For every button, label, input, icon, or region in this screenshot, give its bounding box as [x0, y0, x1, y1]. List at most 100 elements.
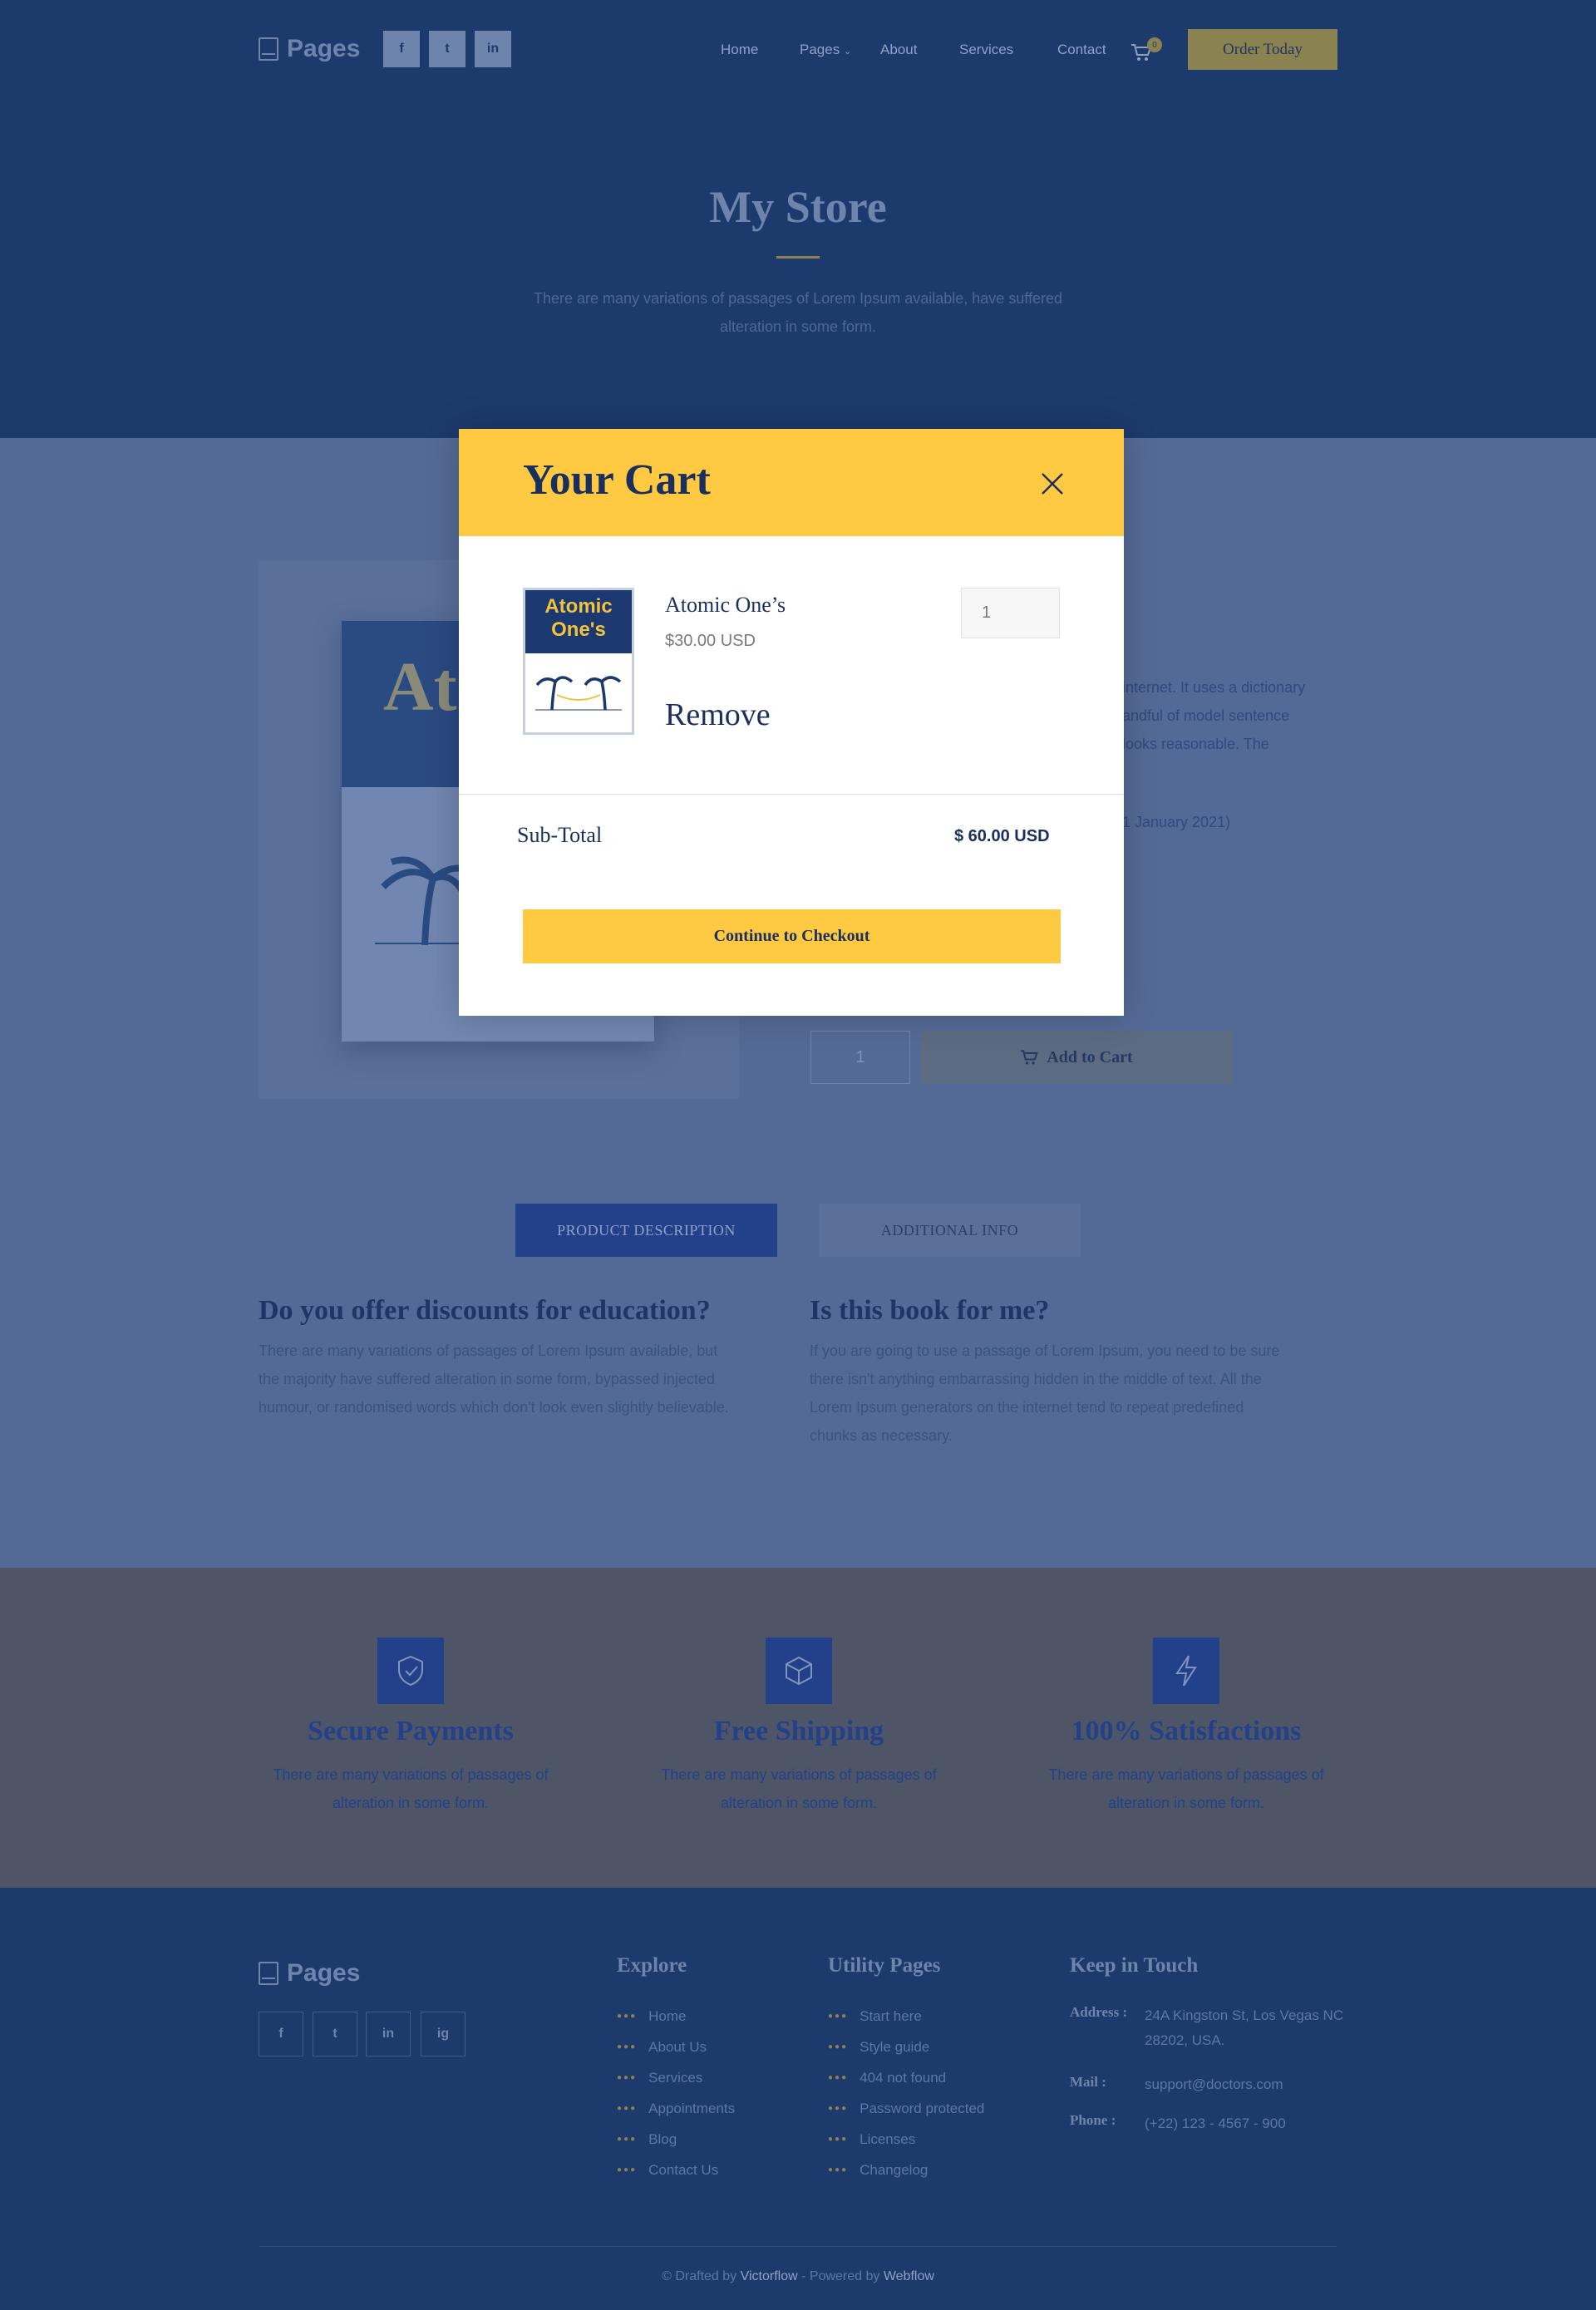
tab-additional-info[interactable]: ADDITIONAL INFO: [819, 1204, 1081, 1257]
nav-about[interactable]: About: [880, 42, 917, 58]
thumb-title-line: One's: [551, 618, 606, 641]
tab-product-description[interactable]: PRODUCT DESCRIPTION: [515, 1204, 777, 1257]
footer-utility-list: ●●● Start here ●●● Style guide ●●● 404 not …: [828, 2001, 984, 2185]
footer-link-services[interactable]: ●●● Services: [617, 2062, 735, 2093]
add-to-cart-button[interactable]: Add to Cart: [920, 1031, 1233, 1084]
bullet-icon: ●●●: [828, 2073, 849, 2082]
footer-link-appointments[interactable]: ●●● Appointments: [617, 2093, 735, 2124]
palm-tree-icon: [535, 676, 622, 711]
bullet-icon: ●●●: [617, 2042, 638, 2051]
nav-pages-label: Pages: [800, 42, 840, 57]
bullet-icon: ●●●: [617, 2104, 638, 2113]
bullet-icon: ●●●: [828, 2165, 849, 2175]
feature-title: 100% Satisfactions: [1071, 1716, 1302, 1746]
bullet-icon: ●●●: [828, 2042, 849, 2051]
footer-link-blog[interactable]: ●●● Blog: [617, 2124, 735, 2155]
cart-item-name: Atomic One’s: [665, 593, 786, 617]
nav-pages[interactable]: Pages ⌄: [800, 42, 851, 58]
footer-link-label: Style guide: [860, 2038, 930, 2055]
credits-platform-link[interactable]: Webflow: [884, 2269, 934, 2283]
product-quantity-input[interactable]: 1: [810, 1031, 910, 1084]
cart-modal: Your Cart Atomic One's Atomic One’s $30.…: [459, 429, 1124, 1016]
facebook-icon[interactable]: f: [383, 31, 420, 67]
footer-link-changelog[interactable]: ●●● Changelog: [828, 2155, 984, 2185]
cart-title: Your Cart: [523, 456, 711, 504]
footer-explore-title: Explore: [617, 1954, 687, 1977]
feature-title: Free Shipping: [713, 1716, 884, 1746]
hero-section: Pages f t in Home Pages ⌄ About Services…: [0, 0, 1596, 438]
phone-label: Phone :: [1070, 2112, 1116, 2128]
footer-link-style-guide[interactable]: ●●● Style guide: [828, 2032, 984, 2062]
logo-text: Pages: [287, 35, 361, 62]
footer-link-about[interactable]: ●●● About Us: [617, 2032, 735, 2062]
feature-text: There are many variations of passages of…: [1048, 1766, 1324, 1811]
footer-link-licenses[interactable]: ●●● Licenses: [828, 2124, 984, 2155]
shield-check-icon: [377, 1638, 444, 1704]
feature-text: There are many variations of passages of…: [661, 1766, 937, 1811]
footer-explore-list: ●●● Home ●●● About Us ●●● Services ●●● Appoi…: [617, 2001, 735, 2185]
footer-link-label: Blog: [648, 2130, 677, 2147]
product-date-fragment: 1 January 2021): [1122, 814, 1231, 830]
cart-item-quantity-input[interactable]: [961, 588, 1060, 638]
footer-contact-title: Keep in Touch: [1070, 1954, 1199, 1977]
footer-divider: [259, 2246, 1337, 2247]
features-section: Secure Payments There are many variation…: [0, 1568, 1596, 1888]
close-icon[interactable]: [1036, 467, 1069, 500]
footer-link-label: 404 not found: [860, 2069, 947, 2086]
cart-divider: [459, 794, 1124, 795]
footer-link-label: Contact Us: [648, 2161, 719, 2178]
linkedin-icon[interactable]: in: [366, 2012, 411, 2056]
faq-title: Do you offer discounts for education?: [259, 1295, 711, 1326]
subtotal-label: Sub-Total: [517, 823, 603, 847]
mail-label: Mail :: [1070, 2074, 1106, 2090]
twitter-icon[interactable]: t: [313, 2012, 357, 2056]
instagram-icon[interactable]: ig: [421, 2012, 466, 2056]
credits-author-link[interactable]: Victorflow: [741, 2269, 798, 2283]
footer-logo[interactable]: Pages: [259, 1959, 360, 1987]
feature-title: Secure Payments: [308, 1716, 514, 1746]
footer-link-404[interactable]: ●●● 404 not found: [828, 2062, 984, 2093]
order-today-button[interactable]: Order Today: [1188, 29, 1337, 70]
checkout-button[interactable]: Continue to Checkout: [523, 909, 1061, 963]
nav-contact[interactable]: Contact: [1057, 42, 1106, 58]
nav-services[interactable]: Services: [959, 42, 1013, 58]
mail-link[interactable]: support@doctors.com: [1145, 2072, 1283, 2097]
footer-link-start[interactable]: ●●● Start here: [828, 2001, 984, 2032]
product-desc-fragment: internet. It uses a dictionary: [1122, 679, 1306, 696]
thumb-title-line: Atomic: [544, 595, 613, 618]
box-icon: [766, 1638, 832, 1704]
linkedin-icon[interactable]: in: [475, 31, 511, 67]
remove-item-link[interactable]: Remove: [665, 697, 771, 733]
site-logo[interactable]: Pages: [259, 35, 360, 63]
footer-link-label: Changelog: [860, 2161, 929, 2178]
bullet-icon: ●●●: [617, 2135, 638, 2144]
nav-home[interactable]: Home: [721, 42, 758, 58]
twitter-icon[interactable]: t: [429, 31, 466, 67]
bullet-icon: ●●●: [828, 2104, 849, 2113]
product-desc-fragment: looks reasonable. The: [1122, 736, 1269, 752]
subtotal-value: $ 60.00 USD: [954, 827, 1050, 845]
footer-credits: © Drafted by Victorflow - Powered by Web…: [0, 2269, 1596, 2284]
footer-link-contact[interactable]: ●●● Contact Us: [617, 2155, 735, 2185]
book-icon: [259, 37, 278, 61]
lightning-icon: [1153, 1638, 1219, 1704]
hero-description: There are many variations of passages of…: [533, 290, 1062, 335]
bullet-icon: ●●●: [617, 2165, 638, 2175]
cart-modal-header: Your Cart: [459, 429, 1124, 536]
credits-middle: - Powered by: [797, 2269, 884, 2283]
chevron-down-icon: ⌄: [843, 47, 852, 57]
footer-link-label: Licenses: [860, 2130, 916, 2147]
bullet-icon: ●●●: [828, 2135, 849, 2144]
bullet-icon: ●●●: [617, 2012, 638, 2021]
phone-value: (+22) 123 - 4567 - 900: [1145, 2115, 1286, 2131]
credits-prefix: © Drafted by: [662, 2269, 741, 2283]
facebook-icon[interactable]: f: [259, 2012, 303, 2056]
add-to-cart-label: Add to Cart: [1047, 1047, 1133, 1066]
cart-icon: [1021, 1050, 1039, 1065]
footer-link-home[interactable]: ●●● Home: [617, 2001, 735, 2032]
footer-link-label: About Us: [648, 2038, 707, 2055]
cart-item-thumbnail: Atomic One's: [523, 588, 634, 735]
address-value: 24A Kingston St, Los Vegas NC 28202, USA…: [1145, 2007, 1344, 2048]
footer-link-password[interactable]: ●●● Password protected: [828, 2093, 984, 2124]
footer-link-label: Home: [648, 2007, 687, 2024]
